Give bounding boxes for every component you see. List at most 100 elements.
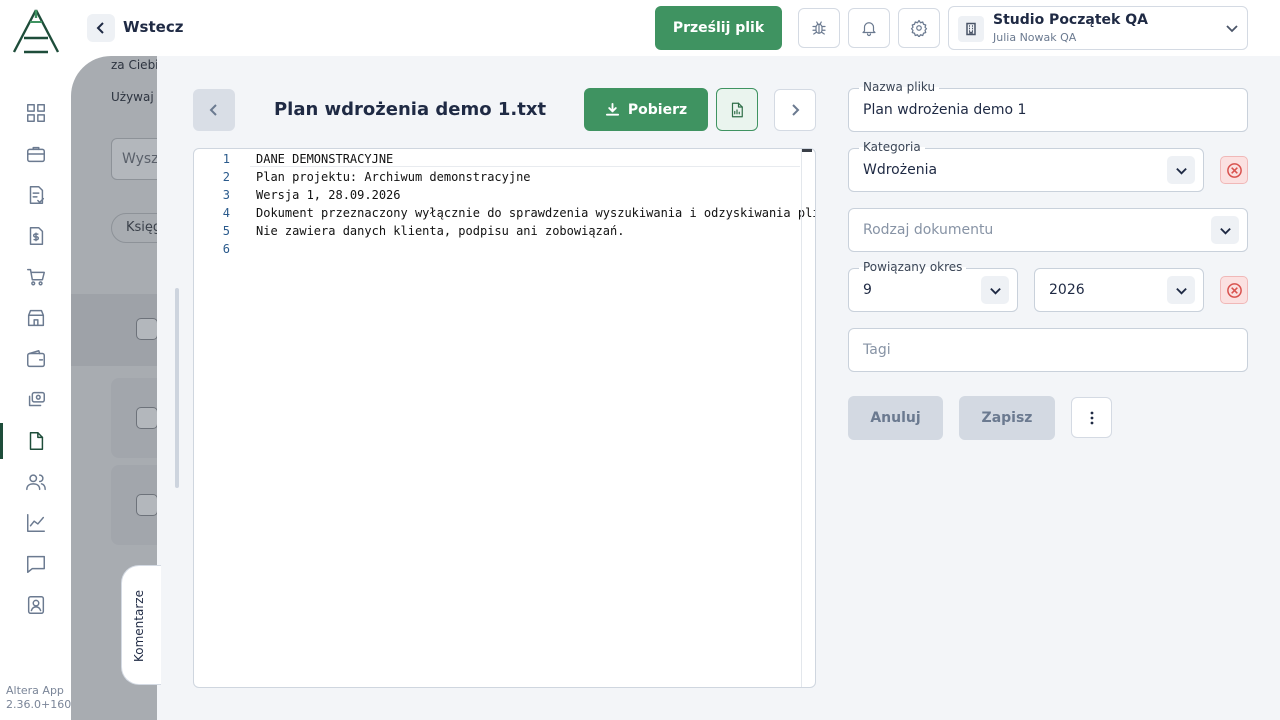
category-select[interactable]: Kategoria Wdrożenia	[848, 140, 1204, 192]
nav-team[interactable]	[0, 587, 71, 623]
background-checkbox	[136, 407, 158, 429]
line-text: Dokument przeznaczony wyłącznie do spraw…	[256, 206, 816, 220]
nav-reports[interactable]	[0, 505, 71, 541]
code-line: 6	[194, 240, 815, 258]
nav-wallet[interactable]	[0, 341, 71, 377]
tags-placeholder: Tagi	[863, 342, 891, 358]
download-button[interactable]: Pobierz	[584, 88, 708, 131]
chevron-down-icon	[989, 287, 1001, 295]
chevron-down-icon	[1226, 25, 1238, 33]
app-logo[interactable]	[11, 8, 61, 54]
period-month-dropdown-toggle[interactable]	[981, 276, 1009, 304]
period-year-value: 2026	[1049, 282, 1085, 298]
document-type-dropdown-toggle[interactable]	[1211, 216, 1239, 244]
nav-store[interactable]	[0, 300, 71, 336]
organization-name: Studio Początek QA	[993, 12, 1148, 28]
file-title: Plan wdrożenia demo 1.txt	[273, 99, 547, 120]
previous-file-button[interactable]	[193, 89, 235, 131]
app-version-number: 2.36.0+1604	[6, 698, 71, 711]
upload-file-button[interactable]: Prześlij plik	[655, 6, 782, 50]
wallet-icon	[26, 350, 45, 368]
side-navigation: Altera App 2.36.0+1604	[0, 0, 71, 720]
background-filter-chip: Księg	[111, 213, 161, 243]
background-checkbox	[136, 494, 158, 516]
organization-switcher[interactable]: Studio Początek QA Julia Nowak QA	[948, 6, 1248, 50]
period-month-select[interactable]: Powiązany okres 9	[848, 260, 1018, 312]
clear-period-button[interactable]	[1220, 276, 1248, 304]
text-file-viewer[interactable]: 1 DANE DEMONSTRACYJNE 2 Plan projektu: Arch…	[193, 148, 816, 688]
chevron-down-icon	[1175, 167, 1187, 175]
back-label[interactable]: Wstecz	[123, 18, 183, 36]
contact-icon	[27, 596, 44, 614]
nav-messages[interactable]	[0, 546, 71, 582]
code-line: 2 Plan projektu: Archiwum demonstracyjne	[194, 168, 815, 186]
period-label: Powiązany okres	[859, 260, 967, 274]
nav-sales[interactable]	[0, 259, 71, 295]
category-value: Wdrożenia	[863, 162, 938, 178]
period-year-dropdown-toggle[interactable]	[1167, 276, 1195, 304]
grid-icon	[26, 104, 45, 122]
report-bug-button[interactable]	[798, 8, 840, 48]
more-options-button[interactable]	[1071, 397, 1112, 438]
chevron-left-icon	[209, 104, 217, 116]
panel-scrollbar[interactable]	[175, 288, 179, 488]
chevron-left-icon	[96, 22, 104, 34]
line-text: Wersja 1, 28.09.2026	[256, 188, 401, 202]
line-number: 6	[222, 242, 230, 256]
nav-invoices[interactable]	[0, 177, 71, 213]
document-type-placeholder: Rodzaj dokumentu	[863, 222, 994, 238]
background-search-input: Wysz	[111, 138, 161, 180]
back-button[interactable]	[87, 14, 115, 42]
nav-projects[interactable]	[0, 136, 71, 172]
nav-transfers[interactable]	[0, 382, 71, 418]
users-icon	[25, 474, 46, 491]
nav-documents[interactable]	[0, 423, 71, 459]
document-chart-icon	[731, 102, 743, 117]
settings-button[interactable]	[898, 8, 940, 48]
file-name-value[interactable]: Plan wdrożenia demo 1	[863, 102, 1026, 118]
building-icon	[958, 16, 984, 42]
file-name-label: Nazwa pliku	[859, 80, 940, 94]
clear-circle-icon	[1226, 282, 1242, 298]
period-month-value: 9	[863, 282, 872, 298]
chevron-down-icon	[1175, 287, 1187, 295]
comments-tab[interactable]: Komentarze	[121, 565, 161, 685]
briefcase-icon	[26, 146, 45, 163]
bug-icon	[812, 21, 826, 35]
notifications-button[interactable]	[848, 8, 890, 48]
chevron-down-icon	[1219, 227, 1231, 235]
nav-payments[interactable]	[0, 218, 71, 254]
code-line: 4 Dokument przeznaczony wyłącznie do spra…	[194, 204, 815, 222]
category-dropdown-toggle[interactable]	[1167, 156, 1195, 184]
period-year-select[interactable]: 2026	[1034, 268, 1204, 312]
payments-icon	[29, 227, 43, 245]
download-label: Pobierz	[627, 101, 688, 118]
app-name: Altera App	[6, 684, 64, 697]
nav-dashboard[interactable]	[0, 95, 71, 131]
line-number: 2	[222, 170, 230, 184]
bell-icon	[862, 22, 876, 37]
editor-minimap-divider	[801, 149, 802, 687]
nav-contacts[interactable]	[0, 464, 71, 500]
chevron-right-icon	[792, 104, 800, 116]
cart-icon	[26, 268, 45, 286]
document-type-select[interactable]: Rodzaj dokumentu	[848, 208, 1248, 252]
line-number: 4	[222, 206, 230, 220]
chat-icon	[26, 555, 45, 573]
tags-input[interactable]: Tagi	[848, 328, 1248, 372]
user-name: Julia Nowak QA	[993, 31, 1077, 44]
next-file-button[interactable]	[774, 89, 816, 131]
document-details-button[interactable]	[716, 88, 758, 131]
store-icon	[27, 309, 44, 327]
category-label: Kategoria	[859, 140, 925, 154]
comments-tab-label: Komentarze	[132, 590, 146, 662]
clear-category-button[interactable]	[1220, 156, 1248, 184]
save-button[interactable]: Zapisz	[959, 396, 1055, 440]
cancel-button[interactable]: Anuluj	[848, 396, 943, 440]
file-name-field[interactable]: Nazwa pliku Plan wdrożenia demo 1	[848, 80, 1248, 132]
line-text: DANE DEMONSTRACYJNE	[256, 152, 394, 166]
clear-circle-icon	[1226, 162, 1242, 178]
transfers-icon	[28, 391, 45, 407]
code-line: 5 Nie zawiera danych klienta, podpisu ani…	[194, 222, 815, 240]
code-line: 1 DANE DEMONSTRACYJNE	[194, 150, 815, 168]
